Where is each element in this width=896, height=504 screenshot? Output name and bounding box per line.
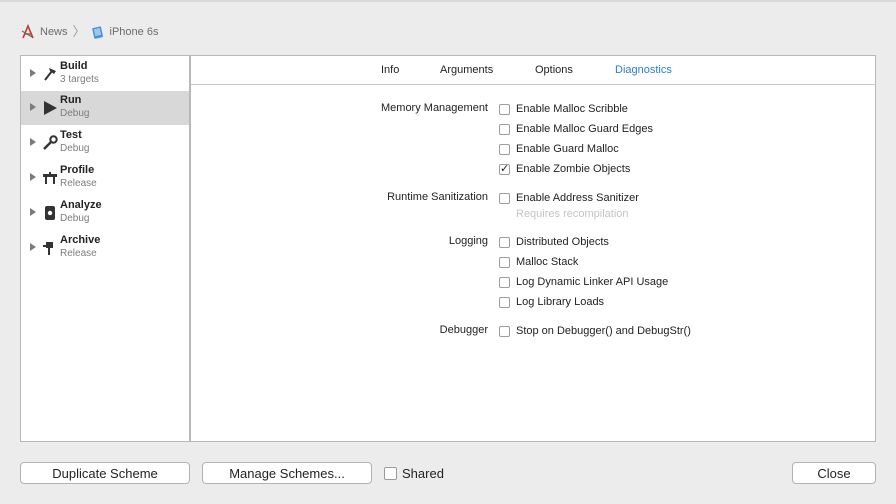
- malloc-stack-option[interactable]: Malloc Stack: [499, 255, 578, 269]
- option-label: Malloc Stack: [516, 256, 579, 268]
- malloc-stack-checkbox[interactable]: [499, 256, 510, 268]
- sidebar-item-sublabel: Debug: [60, 108, 90, 119]
- library-loads-checkbox[interactable]: [499, 296, 510, 308]
- sidebar-item-analyze[interactable]: Analyze Debug: [21, 196, 189, 230]
- hammer-icon: [41, 65, 59, 83]
- disclosure-triangle-icon[interactable]: [30, 103, 36, 111]
- dynamic-linker-api-option[interactable]: Log Dynamic Linker API Usage: [499, 275, 668, 289]
- breadcrumb-device[interactable]: iPhone 6s: [110, 26, 159, 38]
- sidebar-item-sublabel: Debug: [60, 143, 90, 154]
- distributed-objects-option[interactable]: Distributed Objects: [499, 235, 609, 249]
- tab-arguments[interactable]: Arguments: [440, 64, 493, 76]
- distributed-objects-checkbox[interactable]: [499, 236, 510, 248]
- sidebar-item-label: Build: [60, 60, 88, 72]
- malloc-scribble-checkbox[interactable]: [499, 103, 510, 115]
- tab-options[interactable]: Options: [535, 64, 573, 76]
- close-button[interactable]: Close: [792, 462, 876, 484]
- sidebar-item-sublabel: Release: [60, 178, 97, 189]
- xcode-app-icon: [20, 24, 36, 40]
- zombie-objects-option[interactable]: ✓ Enable Zombie Objects: [499, 162, 630, 176]
- library-loads-option[interactable]: Log Library Loads: [499, 295, 604, 309]
- window-top-edge: [0, 0, 896, 2]
- chevron-right-icon: 〉: [72, 24, 86, 39]
- disclosure-triangle-icon[interactable]: [30, 173, 36, 181]
- scheme-action-sidebar: Build 3 targets Run Debug Test Debug Pro…: [20, 55, 190, 442]
- shared-label: Shared: [402, 466, 444, 481]
- sidebar-item-label: Analyze: [60, 199, 102, 211]
- play-icon: [41, 99, 59, 117]
- malloc-guard-edges-checkbox[interactable]: [499, 123, 510, 135]
- shared-option[interactable]: Shared: [384, 466, 444, 481]
- sidebar-item-archive[interactable]: Archive Release: [21, 231, 189, 265]
- sidebar-item-profile[interactable]: Profile Release: [21, 161, 189, 195]
- shared-checkbox[interactable]: [384, 467, 397, 480]
- malloc-scribble-option[interactable]: Enable Malloc Scribble: [499, 102, 628, 116]
- memory-management-label: Memory Management: [381, 102, 488, 114]
- option-label: Log Library Loads: [516, 296, 605, 308]
- sidebar-item-label: Run: [60, 94, 82, 106]
- duplicate-scheme-button[interactable]: Duplicate Scheme: [20, 462, 190, 484]
- analyze-icon: [41, 204, 59, 222]
- sidebar-item-run[interactable]: Run Debug: [21, 91, 189, 125]
- sidebar-item-test[interactable]: Test Debug: [21, 126, 189, 160]
- sidebar-item-label: Profile: [60, 164, 95, 176]
- option-label: Enable Address Sanitizer: [516, 192, 639, 204]
- sidebar-item-sublabel: Release: [60, 248, 97, 259]
- wrench-icon: [41, 134, 59, 152]
- option-label: Stop on Debugger() and DebugStr(): [516, 325, 691, 337]
- zombie-objects-checkbox[interactable]: ✓: [499, 162, 510, 175]
- tab-info[interactable]: Info: [381, 64, 399, 76]
- address-sanitizer-option[interactable]: Enable Address Sanitizer: [499, 191, 639, 205]
- scheme-settings-panel: Info Arguments Options Diagnostics Memor…: [190, 55, 876, 442]
- disclosure-triangle-icon[interactable]: [30, 208, 36, 216]
- debugger-label: Debugger: [439, 324, 488, 336]
- stop-on-debugger-option[interactable]: Stop on Debugger() and DebugStr(): [499, 324, 691, 338]
- sidebar-item-sublabel: Debug: [60, 213, 90, 224]
- option-label: Log Dynamic Linker API Usage: [516, 276, 669, 288]
- option-label: Enable Guard Malloc: [516, 143, 619, 155]
- option-label: Distributed Objects: [516, 236, 609, 248]
- option-label: Enable Malloc Scribble: [516, 103, 628, 115]
- breadcrumb-project[interactable]: News: [40, 26, 68, 38]
- sidebar-item-build[interactable]: Build 3 targets: [21, 57, 189, 91]
- tab-diagnostics[interactable]: Diagnostics: [615, 64, 672, 76]
- runtime-sanitization-label: Runtime Sanitization: [387, 191, 488, 203]
- instruments-icon: [41, 169, 59, 187]
- device-icon: [90, 24, 106, 40]
- tab-bar: Info Arguments Options Diagnostics: [191, 56, 875, 85]
- checkmark-icon: ✓: [500, 162, 510, 175]
- disclosure-triangle-icon[interactable]: [30, 138, 36, 146]
- option-label: Enable Malloc Guard Edges: [516, 123, 653, 135]
- sidebar-item-label: Test: [60, 129, 82, 141]
- sidebar-item-label: Archive: [60, 234, 101, 246]
- guard-malloc-option[interactable]: Enable Guard Malloc: [499, 142, 619, 156]
- manage-schemes-button[interactable]: Manage Schemes...: [202, 462, 372, 484]
- address-sanitizer-checkbox[interactable]: [499, 192, 510, 204]
- breadcrumb: News 〉 iPhone 6s: [20, 24, 158, 40]
- disclosure-triangle-icon[interactable]: [30, 69, 36, 77]
- guard-malloc-checkbox[interactable]: [499, 143, 510, 155]
- archive-icon: [41, 239, 59, 257]
- sidebar-item-sublabel: 3 targets: [60, 74, 99, 85]
- malloc-guard-edges-option[interactable]: Enable Malloc Guard Edges: [499, 122, 653, 136]
- recompilation-hint: Requires recompilation: [516, 208, 629, 220]
- stop-on-debugger-checkbox[interactable]: [499, 325, 510, 337]
- disclosure-triangle-icon[interactable]: [30, 243, 36, 251]
- dynamic-linker-api-checkbox[interactable]: [499, 276, 510, 288]
- option-label: Enable Zombie Objects: [516, 163, 631, 175]
- logging-label: Logging: [448, 235, 488, 247]
